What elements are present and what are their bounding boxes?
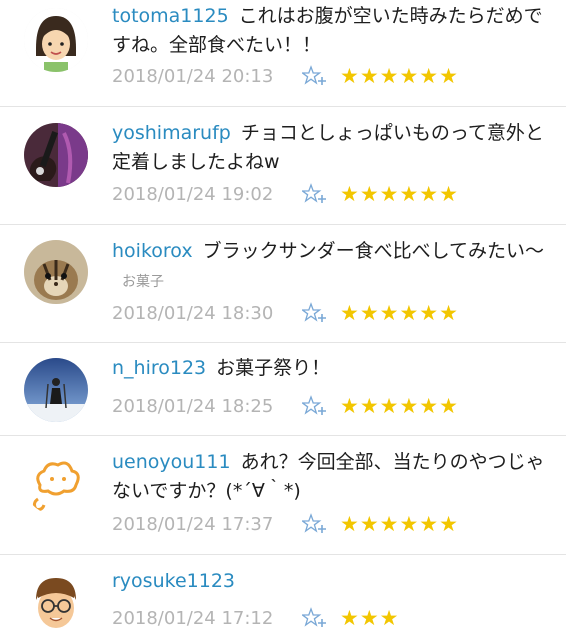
star-rating: ★★★★★★ xyxy=(340,64,459,88)
star-rating: ★★★★★★ xyxy=(340,301,459,325)
star-plus-icon[interactable] xyxy=(302,302,328,324)
star-plus-icon[interactable] xyxy=(302,607,328,629)
avatar[interactable] xyxy=(24,451,88,515)
avatar[interactable] xyxy=(24,358,88,422)
username-link[interactable]: n_hiro123 xyxy=(112,357,206,379)
comment-meta: 2018/01/24 20:13 ★★★★★★ xyxy=(112,63,459,89)
star-rating: ★★★ xyxy=(340,606,400,630)
comment-body: ryosuke1123 xyxy=(112,567,550,598)
comment-body: n_hiro123 お菓子祭り！ xyxy=(112,354,550,385)
star-plus-icon[interactable] xyxy=(302,395,328,417)
comment-item: n_hiro123 お菓子祭り！ 2018/01/24 18:25 ★★★★★★ xyxy=(0,343,566,436)
cloud-character-icon xyxy=(24,451,88,515)
comment-date: 2018/01/24 18:30 xyxy=(112,302,274,324)
username-link[interactable]: hoikorox xyxy=(112,240,193,262)
guitar-photo-icon xyxy=(24,123,88,187)
comment-date: 2018/01/24 19:02 xyxy=(112,183,274,205)
skier-photo-icon xyxy=(24,358,88,422)
star-plus-icon[interactable] xyxy=(302,65,328,87)
username-link[interactable]: ryosuke1123 xyxy=(112,570,235,592)
comment-body: hoikorox ブラックサンダー食べ比べしてみたい～ お菓子 xyxy=(112,237,550,297)
comment-item: totoma1125 これはお腹が空いた時みたらだめですね。全部食べたい！！ 20… xyxy=(0,0,566,107)
comment-body: uenoyou111 あれ？今回全部、当たりのやつじゃないですか？(*´∀｀*) xyxy=(112,448,550,508)
cartoon-girl-icon xyxy=(24,8,88,72)
star-rating: ★★★★★★ xyxy=(340,394,459,418)
star-rating: ★★★★★★ xyxy=(340,182,459,206)
avatar[interactable] xyxy=(24,123,88,187)
comment-item: uenoyou111 あれ？今回全部、当たりのやつじゃないですか？(*´∀｀*) … xyxy=(0,436,566,555)
comment-text: ブラックサンダー食べ比べしてみたい～ xyxy=(202,240,545,262)
username-link[interactable]: uenoyou111 xyxy=(112,451,231,473)
comment-body: yoshimarufp チョコとしょっぱいものって意外と定着しましたよねw xyxy=(112,119,550,179)
comment-item: hoikorox ブラックサンダー食べ比べしてみたい～ お菓子 2018/01/24… xyxy=(0,225,566,343)
comment-body: totoma1125 これはお腹が空いた時みたらだめですね。全部食べたい！！ xyxy=(112,2,550,62)
cartoon-boy-glasses-icon xyxy=(24,570,88,634)
star-plus-icon[interactable] xyxy=(302,183,328,205)
comment-item: ryosuke1123 2018/01/24 17:12 ★★★ xyxy=(0,555,566,640)
comment-item: yoshimarufp チョコとしょっぱいものって意外と定着しましたよねw 201… xyxy=(0,107,566,225)
comment-meta: 2018/01/24 18:25 ★★★★★★ xyxy=(112,393,459,419)
avatar[interactable] xyxy=(24,570,88,634)
star-plus-icon[interactable] xyxy=(302,513,328,535)
comment-tag[interactable]: お菓子 xyxy=(122,274,164,290)
star-rating: ★★★★★★ xyxy=(340,512,459,536)
username-link[interactable]: totoma1125 xyxy=(112,5,229,27)
comment-date: 2018/01/24 18:25 xyxy=(112,395,274,417)
comment-meta: 2018/01/24 17:12 ★★★ xyxy=(112,605,399,631)
comment-date: 2018/01/24 17:37 xyxy=(112,513,274,535)
avatar[interactable] xyxy=(24,8,88,72)
comment-date: 2018/01/24 20:13 xyxy=(112,65,274,87)
comment-meta: 2018/01/24 18:30 ★★★★★★ xyxy=(112,300,459,326)
comment-meta: 2018/01/24 17:37 ★★★★★★ xyxy=(112,511,459,537)
avatar[interactable] xyxy=(24,240,88,304)
comment-date: 2018/01/24 17:12 xyxy=(112,607,274,629)
username-link[interactable]: yoshimarufp xyxy=(112,122,231,144)
comment-list: totoma1125 これはお腹が空いた時みたらだめですね。全部食べたい！！ 20… xyxy=(0,0,566,640)
chipmunk-photo-icon xyxy=(24,240,88,304)
comment-meta: 2018/01/24 19:02 ★★★★★★ xyxy=(112,181,459,207)
comment-text: お菓子祭り！ xyxy=(216,357,331,379)
